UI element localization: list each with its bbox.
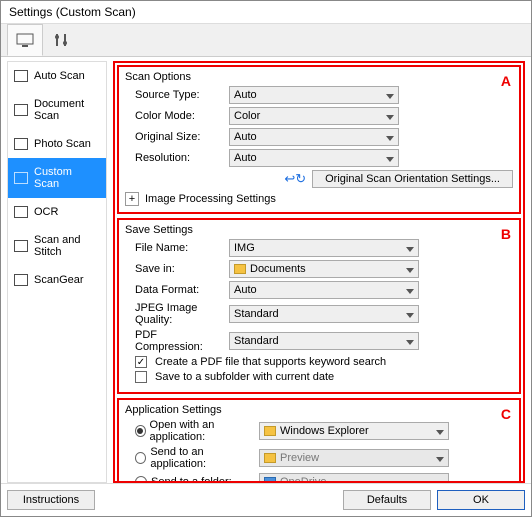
image-processing-label: Image Processing Settings	[145, 193, 276, 205]
photo-scan-icon	[14, 138, 28, 150]
jpeg-quality-combo[interactable]: Standard	[229, 305, 419, 323]
original-size-label: Original Size:	[125, 131, 225, 143]
toolbar	[1, 23, 531, 57]
pdf-compression-combo[interactable]: Standard	[229, 332, 419, 350]
stitch-icon	[14, 240, 28, 252]
sidebar: Auto Scan Document Scan Photo Scan Custo…	[7, 61, 107, 483]
open-with-combo[interactable]: Windows Explorer	[259, 422, 449, 440]
tab-scan-from-computer[interactable]	[7, 24, 43, 56]
save-settings-section: Save Settings B File Name: IMG Save in: Do…	[117, 218, 521, 394]
data-format-combo[interactable]: Auto	[229, 281, 419, 299]
send-app-combo[interactable]: Preview	[259, 449, 449, 467]
app-icon	[264, 453, 276, 463]
send-app-label: Send to an application:	[150, 446, 255, 470]
annotation-a: A	[501, 73, 511, 89]
resolution-combo[interactable]: Auto	[229, 149, 399, 167]
sidebar-label: Scan and Stitch	[34, 234, 100, 258]
save-in-combo[interactable]: Documents	[229, 260, 419, 278]
sidebar-label: ScanGear	[34, 274, 84, 286]
application-settings-section: Application Settings C Open with an appl…	[117, 398, 521, 483]
auto-scan-icon	[14, 70, 28, 82]
sidebar-label: Custom Scan	[34, 166, 100, 190]
subfolder-date-label: Save to a subfolder with current date	[155, 371, 334, 383]
custom-scan-icon	[14, 172, 28, 184]
ok-button[interactable]: OK	[437, 490, 525, 510]
section-title: Application Settings	[125, 404, 513, 416]
keyword-search-label: Create a PDF file that supports keyword …	[155, 356, 386, 368]
expand-image-processing[interactable]: +	[125, 192, 139, 206]
content: Scan Options A Source Type: Auto Color Mo…	[113, 61, 525, 483]
color-mode-combo[interactable]: Color	[229, 107, 399, 125]
file-name-combo[interactable]: IMG	[229, 239, 419, 257]
source-type-combo[interactable]: Auto	[229, 86, 399, 104]
open-with-radio[interactable]	[135, 425, 146, 437]
sidebar-label: Document Scan	[34, 98, 100, 122]
annotation-b: B	[501, 226, 511, 242]
sidebar-item-document-scan[interactable]: Document Scan	[8, 90, 106, 130]
rotate-icon: ↩↻	[284, 171, 306, 187]
jpeg-quality-label: JPEG Image Quality:	[125, 302, 225, 326]
tab-tools[interactable]	[43, 24, 79, 56]
save-in-label: Save in:	[125, 263, 225, 275]
monitor-icon	[15, 32, 35, 48]
sidebar-label: Auto Scan	[34, 70, 85, 82]
send-app-radio[interactable]	[135, 452, 146, 464]
sidebar-item-auto-scan[interactable]: Auto Scan	[8, 62, 106, 90]
app-icon	[264, 426, 276, 436]
original-size-combo[interactable]: Auto	[229, 128, 399, 146]
keyword-search-checkbox[interactable]: ✓	[135, 356, 147, 368]
window-title: Settings (Custom Scan)	[1, 1, 531, 23]
scangear-icon	[14, 274, 28, 286]
file-name-label: File Name:	[125, 242, 225, 254]
pdf-compression-label: PDF Compression:	[125, 329, 225, 353]
sidebar-item-custom-scan[interactable]: Custom Scan	[8, 158, 106, 198]
instructions-button[interactable]: Instructions	[7, 490, 95, 510]
sidebar-label: OCR	[34, 206, 58, 218]
resolution-label: Resolution:	[125, 152, 225, 164]
sidebar-item-scangear[interactable]: ScanGear	[8, 266, 106, 294]
tools-icon	[53, 32, 69, 48]
open-with-label: Open with an application:	[150, 419, 255, 443]
source-type-label: Source Type:	[125, 89, 225, 101]
document-scan-icon	[14, 104, 28, 116]
subfolder-date-checkbox[interactable]	[135, 371, 147, 383]
sidebar-item-photo-scan[interactable]: Photo Scan	[8, 130, 106, 158]
sidebar-item-ocr[interactable]: OCR	[8, 198, 106, 226]
sidebar-label: Photo Scan	[34, 138, 91, 150]
send-folder-label: Send to a folder:	[151, 476, 232, 483]
data-format-label: Data Format:	[125, 284, 225, 296]
ocr-icon	[14, 206, 28, 218]
footer: Instructions Defaults OK	[1, 483, 531, 516]
scan-options-section: Scan Options A Source Type: Auto Color Mo…	[117, 65, 521, 214]
send-folder-combo[interactable]: OneDrive	[259, 473, 449, 483]
annotation-c: C	[501, 406, 511, 422]
send-folder-radio[interactable]	[135, 476, 147, 483]
section-title: Save Settings	[125, 224, 513, 236]
defaults-button[interactable]: Defaults	[343, 490, 431, 510]
orientation-settings-button[interactable]: Original Scan Orientation Settings...	[312, 170, 513, 188]
section-title: Scan Options	[125, 71, 513, 83]
sidebar-item-scan-stitch[interactable]: Scan and Stitch	[8, 226, 106, 266]
color-mode-label: Color Mode:	[125, 110, 225, 122]
folder-icon	[234, 264, 246, 274]
